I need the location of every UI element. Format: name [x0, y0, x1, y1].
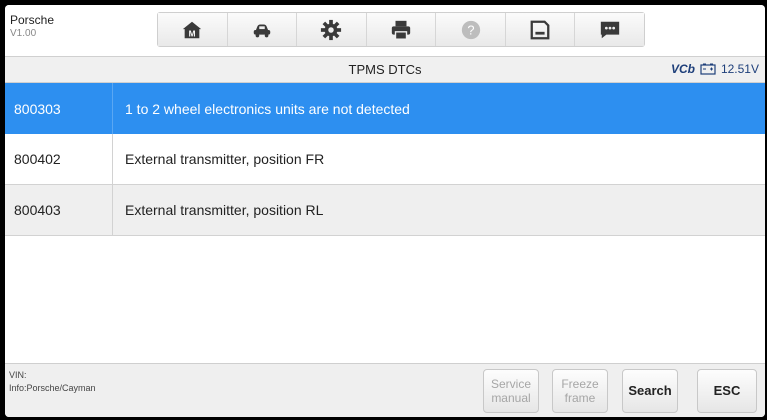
search-button[interactable]: Search [622, 369, 678, 413]
dtc-description: External transmitter, position RL [125, 202, 324, 218]
home-icon: M [183, 21, 202, 38]
freeze-frame-button[interactable]: Freeze frame [552, 369, 608, 413]
software-version: V1.00 [10, 28, 37, 39]
save-icon [530, 20, 550, 39]
vehicle-details: VIN: Info:Porsche/Cayman [9, 369, 96, 395]
print-icon [391, 20, 411, 40]
dtc-row[interactable]: 800303 1 to 2 wheel electronics units ar… [5, 83, 765, 134]
help-button[interactable]: ? [436, 13, 506, 46]
print-button[interactable] [366, 13, 437, 46]
vehicle-info-text: Info:Porsche/Cayman [9, 383, 96, 393]
service-manual-button[interactable]: Service manual [483, 369, 539, 413]
dtc-description: External transmitter, position FR [125, 151, 325, 167]
bottom-bar: VIN: Info:Porsche/Cayman Service manual … [5, 363, 765, 417]
vehicle-info: Porsche V1.00 [10, 13, 54, 41]
vin-label: VIN: [9, 370, 27, 380]
vci-connection-label: VCb [670, 62, 695, 76]
vehicle-menu-button[interactable] [227, 13, 298, 46]
top-bar: Porsche V1.00 M ? [5, 5, 765, 56]
dtc-row[interactable]: 800402 External transmitter, position FR [5, 134, 765, 185]
vci-status: VCb 12.51V [671, 62, 759, 76]
vehicle-menu-icon [253, 24, 271, 37]
title-bar: TPMS DTCs VCb 12.51V [5, 56, 765, 83]
dtc-code: 800402 [5, 134, 113, 184]
battery-voltage: 12.51V [720, 62, 759, 76]
settings-button[interactable] [297, 13, 367, 46]
help-icon: ? [461, 20, 480, 39]
dtc-row[interactable]: 800403 External transmitter, position RL [5, 185, 765, 236]
dtc-list: 800303 1 to 2 wheel electronics units ar… [5, 83, 765, 236]
save-button[interactable] [505, 13, 576, 46]
message-button[interactable] [575, 13, 645, 46]
home-button[interactable]: M [158, 13, 228, 46]
svg-text:M: M [189, 29, 196, 38]
settings-icon [321, 19, 342, 40]
screen: Porsche V1.00 M ? TPMS DTCs VCb 12.51V 8… [5, 5, 765, 417]
dtc-description: 1 to 2 wheel electronics units are not d… [125, 100, 410, 117]
esc-button[interactable]: ESC [697, 369, 757, 413]
toolbar: M ? [157, 12, 645, 47]
battery-icon [700, 63, 716, 75]
dtc-code: 800303 [5, 83, 113, 134]
page-title: TPMS DTCs [348, 62, 422, 77]
message-icon [600, 21, 619, 38]
dtc-code: 800403 [5, 185, 113, 235]
vehicle-make: Porsche [10, 13, 55, 27]
svg-text:?: ? [467, 22, 474, 37]
